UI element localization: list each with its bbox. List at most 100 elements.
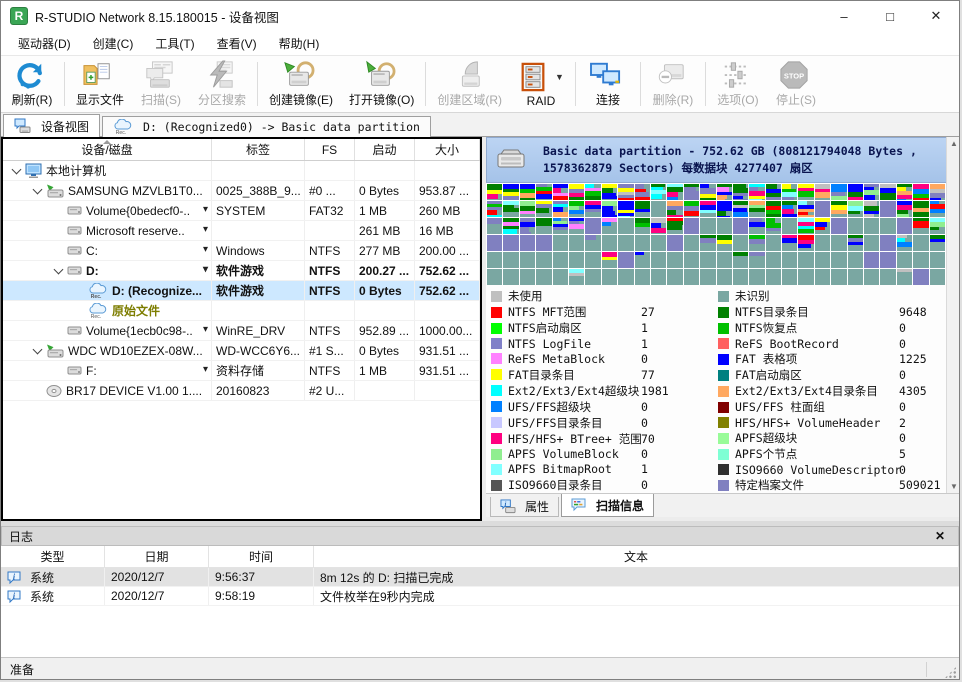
- menu-item-0[interactable]: 驱动器(D): [7, 32, 82, 55]
- scroll-down-icon[interactable]: ▼: [950, 482, 958, 491]
- legend-swatch: [718, 386, 729, 397]
- legend-swatch: [491, 323, 502, 334]
- boot-cell: 200.27 ...: [355, 261, 415, 280]
- tree-row[interactable]: BR17 DEVICE V1.00 1....20160823#2 U...: [3, 381, 480, 401]
- legend-item: NTFS恢复点0: [718, 320, 945, 336]
- cell-dropdown-icon[interactable]: ▾: [203, 244, 208, 255]
- partition-tab-0[interactable]: i属性: [490, 497, 559, 517]
- log-close-icon[interactable]: ✕: [935, 529, 951, 543]
- log-column-header-2[interactable]: 时间: [209, 546, 314, 567]
- scan-block: [930, 252, 945, 268]
- menu-item-3[interactable]: 查看(V): [206, 32, 268, 55]
- scan-block: [717, 269, 732, 285]
- cell-dropdown-icon[interactable]: ▾: [203, 364, 208, 375]
- tree-row[interactable]: SAMSUNG MZVLB1T0...0025_388B_9...#0 ...0…: [3, 181, 480, 201]
- menu-item-1[interactable]: 创建(C): [82, 32, 145, 55]
- tree-column-header-3[interactable]: 启动: [355, 139, 415, 160]
- cell-dropdown-icon[interactable]: ▾: [203, 264, 208, 275]
- delete-icon: [655, 60, 687, 90]
- scan-block: [930, 269, 945, 285]
- tree-column-header-0[interactable]: 设备/磁盘: [3, 139, 212, 160]
- log-row[interactable]: i系统2020/12/79:58:19文件枚举在9秒内完成: [1, 587, 959, 606]
- scan-block: [930, 201, 945, 217]
- legend-count: 1: [641, 337, 648, 351]
- dropdown-arrow-icon[interactable]: ▼: [555, 72, 564, 82]
- toolbar-button-分区搜索[interactable]: 分区搜索: [190, 57, 254, 111]
- minimize-button[interactable]: –: [821, 1, 867, 31]
- toolbar-button-连接[interactable]: 连接: [579, 57, 637, 111]
- log-column-header-3[interactable]: 文本: [314, 546, 959, 567]
- scan-block: [782, 184, 797, 200]
- partition-tab-label: 扫描信息: [596, 497, 644, 514]
- scan-block: [569, 269, 584, 285]
- chevron-down-icon[interactable]: [32, 184, 42, 194]
- toolbar-button-显示文件[interactable]: 显示文件: [68, 57, 132, 111]
- toolbar-button-label: 停止(S): [776, 91, 816, 108]
- scan-block: [667, 218, 682, 234]
- resize-grip[interactable]: [944, 666, 957, 679]
- scan-block: [635, 218, 650, 234]
- legend-count: 0: [641, 478, 648, 492]
- scroll-up-icon[interactable]: ▲: [950, 139, 958, 148]
- toolbar-button-删除[interactable]: 删除(R): [644, 57, 702, 111]
- legend-count: 1: [641, 321, 648, 335]
- toolbar-button-RAID[interactable]: ▼RAID: [510, 57, 572, 111]
- close-button[interactable]: ✕: [913, 1, 959, 31]
- cell-dropdown-icon[interactable]: ▾: [203, 324, 208, 335]
- tree-column-header-2[interactable]: FS: [305, 139, 355, 160]
- chevron-down-icon[interactable]: [32, 344, 42, 354]
- log-column-header-1[interactable]: 日期: [105, 546, 209, 567]
- menu-item-2[interactable]: 工具(T): [144, 32, 205, 55]
- legend-item: ISO9660目录条目0: [491, 477, 718, 493]
- tree-column-header-1[interactable]: 标签: [212, 139, 305, 160]
- scan-block: [569, 184, 584, 200]
- scan-block: [782, 269, 797, 285]
- scan-block: [618, 269, 633, 285]
- view-tab-0[interactable]: 设备视图: [3, 114, 100, 137]
- log-row[interactable]: i系统2020/12/79:56:378m 12s 的 D: 扫描已完成: [1, 568, 959, 587]
- tree-row[interactable]: Rec.D: (Recognize...软件游戏NTFS0 Bytes752.6…: [3, 281, 480, 301]
- tree-column-header-4[interactable]: 大小: [415, 139, 480, 160]
- partition-scrollbar[interactable]: ▲ ▼: [946, 137, 960, 493]
- partition-tab-1[interactable]: 扫描信息: [561, 494, 654, 517]
- toolbar-button-创建镜像[interactable]: 创建镜像(E): [261, 57, 341, 111]
- chevron-down-icon[interactable]: [11, 164, 21, 174]
- chevron-down-icon[interactable]: [53, 264, 63, 274]
- tree-row[interactable]: Microsoft reserve..▾261 MB16 MB: [3, 221, 480, 241]
- legend-label: APFS VolumeBlock: [508, 447, 635, 461]
- scan-block: [897, 201, 912, 217]
- scan-block-map[interactable]: [486, 183, 960, 285]
- tree-row[interactable]: D:▾软件游戏NTFS200.27 ...752.62 ...: [3, 261, 480, 281]
- scan-block: [749, 252, 764, 268]
- maximize-button[interactable]: □: [867, 1, 913, 31]
- scan-block: [553, 201, 568, 217]
- scan-block: [815, 184, 830, 200]
- tree-row[interactable]: Volume{1ecb0c98-..▾WinRE_DRVNTFS952.89 .…: [3, 321, 480, 341]
- toolbar-button-刷新[interactable]: 刷新(R): [3, 57, 61, 111]
- cell-dropdown-icon[interactable]: ▾: [203, 204, 208, 215]
- tree-row[interactable]: Volume{0bedecf0-..▾SYSTEMFAT321 MB260 MB: [3, 201, 480, 221]
- tree-row[interactable]: WDC WD10EZEX-08W...WD-WCC6Y6...#1 S...0 …: [3, 341, 480, 361]
- toolbar-button-创建区域[interactable]: 创建区域(R): [429, 57, 510, 111]
- tree-row[interactable]: 本地计算机: [3, 161, 480, 181]
- view-tab-1[interactable]: Rec.D: (Recognized0) -> Basic data parti…: [102, 116, 431, 137]
- legend-item: NTFS目录条目9648: [718, 304, 945, 320]
- toolbar-button-扫描[interactable]: 扫描(S): [132, 57, 190, 111]
- device-cell: Volume{0bedecf0-..▾: [3, 201, 212, 220]
- log-header: 类型日期时间文本: [1, 546, 959, 568]
- tree-row[interactable]: Rec.原始文件: [3, 301, 480, 321]
- toolbar-button-停止[interactable]: STOP停止(S): [767, 57, 825, 111]
- legend-item: NTFS LogFile1: [491, 336, 718, 351]
- tree-row[interactable]: F:▾资料存储NTFS1 MB931.51 ...: [3, 361, 480, 381]
- scan-block: [667, 201, 682, 217]
- legend-item: FAT启动扇区0: [718, 367, 945, 383]
- toolbar-button-打开镜像[interactable]: 打开镜像(O): [341, 57, 422, 111]
- cell-dropdown-icon[interactable]: ▾: [203, 224, 208, 235]
- scan-block: [815, 252, 830, 268]
- tree-row[interactable]: C:▾WindowsNTFS277 MB200.00 ...: [3, 241, 480, 261]
- connect-icon: [589, 60, 623, 90]
- scan-block: [913, 269, 928, 285]
- toolbar-button-选项[interactable]: 选项(O): [709, 57, 767, 111]
- log-column-header-0[interactable]: 类型: [1, 546, 105, 567]
- menu-item-4[interactable]: 帮助(H): [268, 32, 331, 55]
